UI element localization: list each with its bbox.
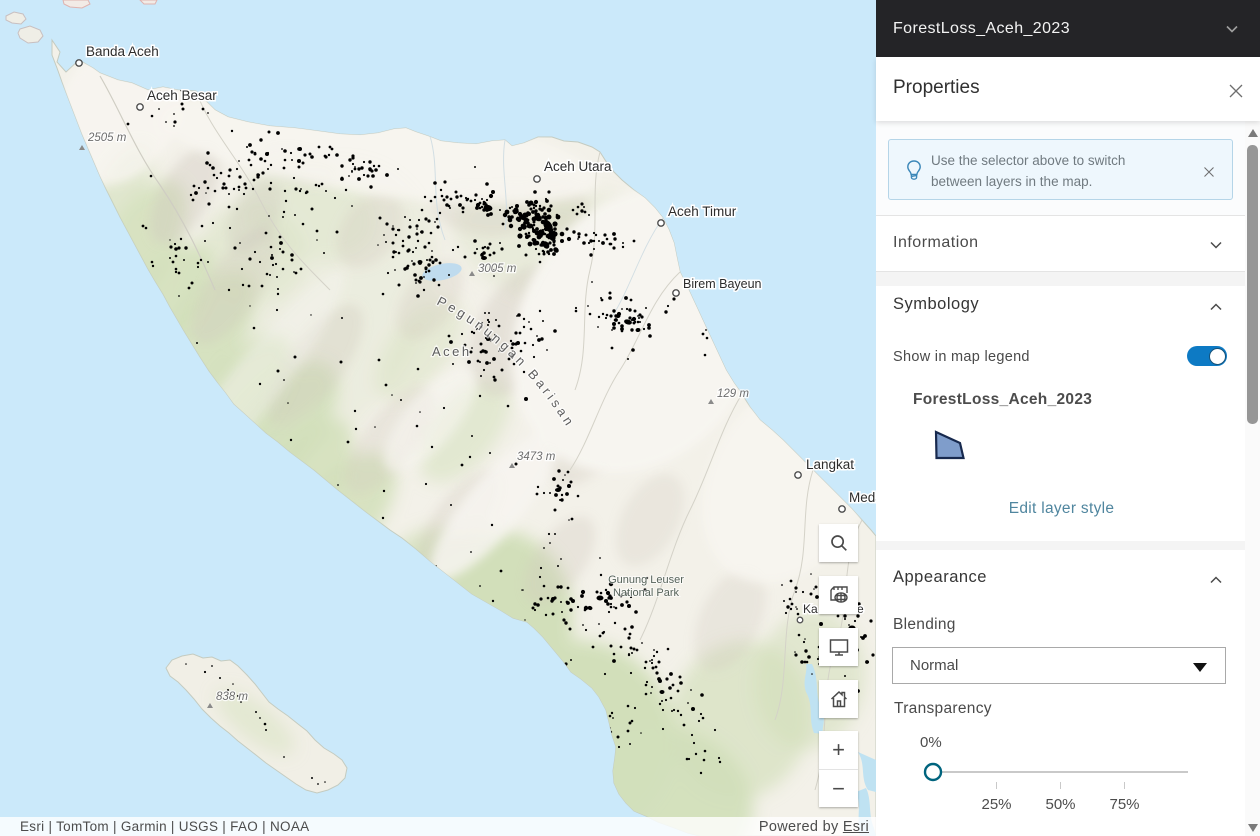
svg-text:129 m: 129 m (717, 388, 749, 400)
svg-text:50%: 50% (1045, 796, 1075, 813)
svg-text:e: e (857, 602, 864, 616)
svg-text:25%: 25% (981, 796, 1011, 813)
svg-text:Banda Aceh: Banda Aceh (86, 44, 159, 59)
svg-text:Aceh: Aceh (432, 344, 472, 359)
svg-text:Langkat: Langkat (806, 457, 854, 472)
svg-text:2505 m: 2505 m (87, 132, 127, 144)
svg-text:Aceh Utara: Aceh Utara (544, 159, 612, 174)
svg-text:National Park: National Park (613, 587, 680, 599)
svg-text:3005 m: 3005 m (478, 263, 517, 275)
svg-text:Aceh Timur: Aceh Timur (668, 204, 737, 219)
svg-text:Meda: Meda (849, 490, 876, 505)
svg-text:Gunung Leuser: Gunung Leuser (608, 574, 684, 586)
svg-text:Ka: Ka (803, 602, 818, 616)
svg-text:75%: 75% (1109, 796, 1139, 813)
svg-text:3473 m: 3473 m (517, 451, 556, 463)
svg-text:Aceh Besar: Aceh Besar (147, 88, 217, 103)
svg-text:Birem Bayeun: Birem Bayeun (683, 277, 762, 291)
svg-text:838 m: 838 m (216, 691, 248, 703)
